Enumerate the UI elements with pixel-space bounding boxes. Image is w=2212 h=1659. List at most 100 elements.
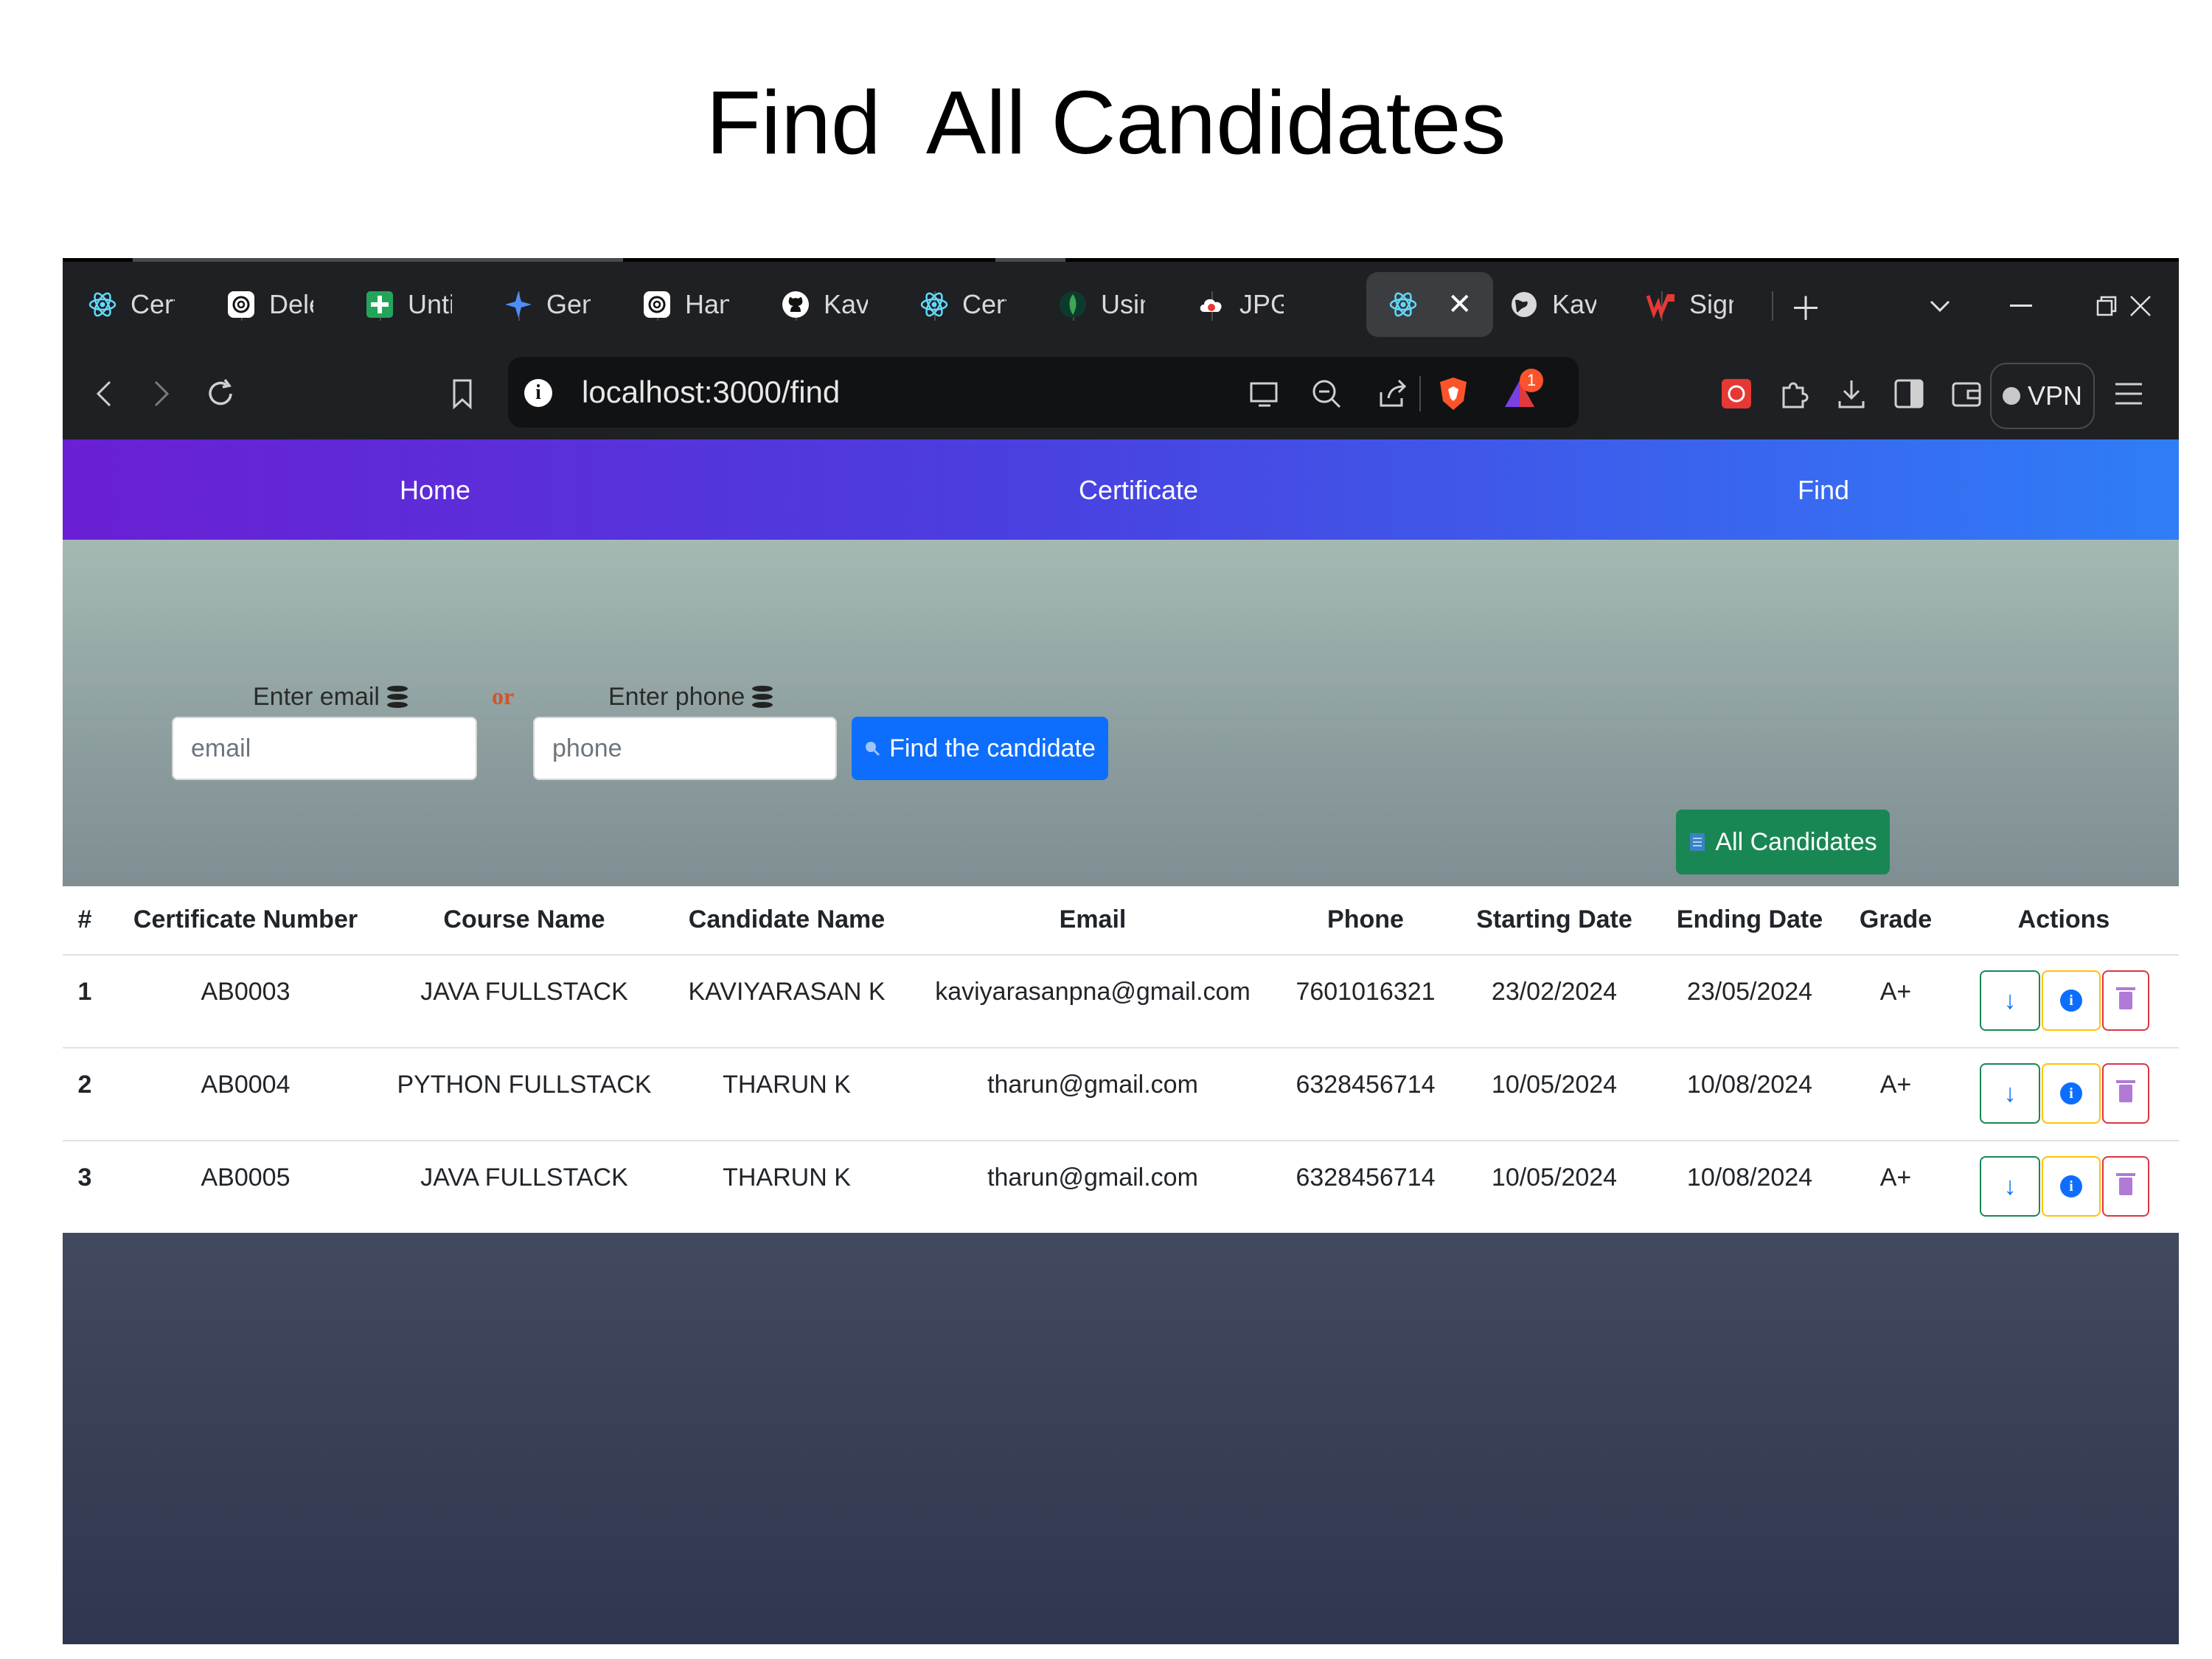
forward-icon[interactable] <box>141 373 182 414</box>
all-candidates-label: All Candidates <box>1715 827 1877 856</box>
browser-tab[interactable]: Gen <box>504 272 651 337</box>
close-window-icon[interactable] <box>2118 284 2163 328</box>
vpn-button[interactable]: VPN <box>1990 363 2095 429</box>
browser-tab[interactable]: Cert <box>88 272 235 337</box>
browser-window: Cert Dele Unti Gen Han Kavi <box>63 258 2179 1644</box>
sidebar-icon[interactable] <box>1888 373 1930 414</box>
delete-button[interactable] <box>2102 970 2149 1031</box>
tab-list-chevron-icon[interactable] <box>1918 284 1962 328</box>
phone-input[interactable]: phone <box>533 717 837 780</box>
bookmark-icon[interactable] <box>442 373 483 414</box>
react-icon <box>88 290 117 319</box>
browser-tab[interactable]: Han <box>642 272 790 337</box>
delete-button[interactable] <box>2102 1063 2149 1124</box>
table-row: 1 AB0003 JAVA FULLSTACK KAVIYARASAN K ka… <box>63 954 2179 1048</box>
address-bar[interactable]: i localhost:3000/find 1 <box>508 357 1579 428</box>
nav-certificate[interactable]: Certificate <box>1079 475 1198 506</box>
extensions-puzzle-icon[interactable] <box>1773 373 1815 414</box>
download-button[interactable]: ↓ <box>1980 1063 2040 1124</box>
trash-icon <box>2116 987 2135 1009</box>
all-candidates-button[interactable]: All Candidates <box>1676 810 1890 874</box>
browser-tab[interactable]: Dele <box>226 272 374 337</box>
find-candidate-button[interactable]: Find the candidate <box>852 717 1108 780</box>
cell-certificate-number: AB0003 <box>201 978 291 1006</box>
tab-label: Unti <box>408 289 452 319</box>
cell-certificate-number: AB0004 <box>201 1071 291 1099</box>
header-ending-date: Ending Date <box>1676 905 1823 933</box>
search-icon <box>866 742 880 757</box>
cloud-icon <box>1197 290 1226 319</box>
download-arrow-icon: ↓ <box>2003 1172 2017 1200</box>
browser-toolbar: i localhost:3000/find 1 VPN <box>63 349 2179 439</box>
close-tab-icon[interactable]: ✕ <box>1447 288 1472 321</box>
list-icon <box>1690 833 1705 851</box>
info-icon: i <box>2060 1082 2082 1105</box>
delete-button[interactable] <box>2102 1156 2149 1217</box>
browser-tab[interactable]: Unti <box>365 272 512 337</box>
zoom-icon[interactable] <box>1309 376 1344 411</box>
cell-course-name: JAVA FULLSTACK <box>420 978 628 1006</box>
wallet-icon[interactable] <box>1946 373 1987 414</box>
menu-hamburger-icon[interactable] <box>2108 373 2149 414</box>
browser-tab[interactable]: JPG <box>1197 272 1344 337</box>
minimize-icon[interactable] <box>1999 284 2043 328</box>
header-certificate-number: Certificate Number <box>133 905 358 933</box>
browser-tab[interactable]: Kavi <box>1509 272 1657 337</box>
new-tab-icon[interactable]: ＋ <box>1784 284 1828 328</box>
trash-icon <box>2116 1080 2135 1102</box>
header-actions: Actions <box>2017 905 2110 933</box>
back-icon[interactable] <box>83 373 125 414</box>
info-button[interactable]: i <box>2042 970 2101 1031</box>
brave-shield-icon[interactable] <box>1436 376 1471 411</box>
info-button[interactable]: i <box>2042 1156 2101 1217</box>
header-course-name: Course Name <box>443 905 605 933</box>
tab-separator <box>1772 291 1773 321</box>
header-phone: Phone <box>1327 905 1404 933</box>
phone-label-text: Enter phone <box>608 683 745 711</box>
header-candidate-name: Candidate Name <box>688 905 886 933</box>
share-icon[interactable] <box>1375 376 1411 411</box>
browser-tab[interactable]: Cert <box>919 272 1067 337</box>
sparkle-icon <box>504 290 533 319</box>
cell-grade: A+ <box>1879 978 1912 1006</box>
database-icon <box>386 685 408 709</box>
cell-course-name: JAVA FULLSTACK <box>420 1164 628 1192</box>
download-button[interactable]: ↓ <box>1980 970 2040 1031</box>
cell-phone: 7601016321 <box>1295 978 1436 1006</box>
tab-label: Dele <box>269 289 313 319</box>
browser-tab[interactable]: Usin <box>1058 272 1206 337</box>
cell-candidate-name: THARUN K <box>723 1164 851 1192</box>
cell-candidate-name: KAVIYARASAN K <box>688 978 886 1006</box>
site-info-icon[interactable]: i <box>524 379 552 407</box>
email-input[interactable]: email <box>172 717 477 780</box>
tab-label: Kavi <box>1552 289 1596 319</box>
download-icon[interactable] <box>1831 373 1872 414</box>
nav-home[interactable]: Home <box>400 475 470 506</box>
brave-rewards-icon[interactable]: 1 <box>1502 369 1543 411</box>
notification-badge: 1 <box>1520 369 1543 392</box>
cell-email: tharun@gmail.com <box>987 1164 1198 1192</box>
tab-group-line <box>133 258 623 262</box>
globe-icon <box>1509 290 1539 319</box>
cell-candidate-name: THARUN K <box>723 1071 851 1099</box>
cell-index: 2 <box>77 1071 92 1099</box>
download-button[interactable]: ↓ <box>1980 1156 2040 1217</box>
cast-icon[interactable] <box>1247 376 1282 411</box>
tab-label: Gen <box>546 289 591 319</box>
reload-icon[interactable] <box>200 373 241 414</box>
page-footer-background <box>63 1233 2179 1644</box>
react-icon <box>1388 290 1418 319</box>
table-row: 2 AB0004 PYTHON FULLSTACK THARUN K tharu… <box>63 1047 2179 1141</box>
nav-find[interactable]: Find <box>1798 475 1849 506</box>
table-header: # Certificate Number Course Name Candida… <box>63 886 2179 956</box>
candidates-table: # Certificate Number Course Name Candida… <box>63 886 2179 1234</box>
cell-email: tharun@gmail.com <box>987 1071 1198 1099</box>
tab-label: Cert <box>131 289 175 319</box>
cell-starting-date: 10/05/2024 <box>1491 1071 1618 1099</box>
download-arrow-icon: ↓ <box>2003 1079 2017 1107</box>
extension-icon[interactable] <box>1716 373 1757 414</box>
browser-tab[interactable]: Kavi <box>781 272 928 337</box>
cell-ending-date: 10/08/2024 <box>1686 1071 1813 1099</box>
browser-tab-active[interactable]: ✕ <box>1366 272 1493 337</box>
info-button[interactable]: i <box>2042 1063 2101 1124</box>
